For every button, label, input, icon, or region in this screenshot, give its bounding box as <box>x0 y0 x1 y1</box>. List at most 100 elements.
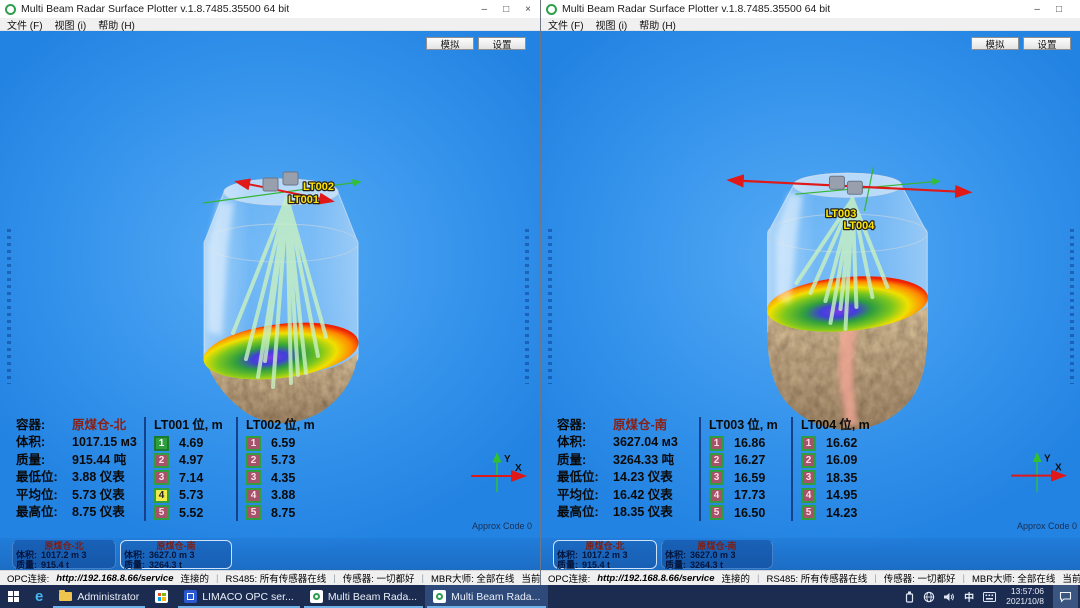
taskbar-administrator[interactable]: Administrator <box>51 585 147 608</box>
menu-help[interactable]: 帮助 (H) <box>639 17 676 32</box>
simulate-button[interactable]: 模拟 <box>971 37 1019 50</box>
clock-date: 2021/10/8 <box>1006 597 1044 607</box>
simulate-button[interactable]: 模拟 <box>426 37 474 50</box>
settings-button[interactable]: 设置 <box>1023 37 1071 50</box>
axis-indicator: Y X <box>471 454 523 492</box>
maximize-button[interactable]: □ <box>503 4 509 15</box>
beam-row: 417.73 <box>709 487 783 504</box>
opc-state: 连接的 <box>180 571 209 585</box>
action-center-button[interactable] <box>1053 585 1078 608</box>
tab-mass-label: 质量: <box>16 561 37 571</box>
min-level-label: 最低位: <box>557 469 613 486</box>
minimize-button[interactable]: – <box>1034 4 1040 15</box>
taskbar-edge[interactable]: e <box>27 585 51 608</box>
beam-distance: 4.35 <box>271 471 295 485</box>
silo-tab-north[interactable]: 原煤仓-北 体积:1017.2 m 3 质量:915.4 t <box>553 540 657 569</box>
taskbar-multibeam-1[interactable]: Multi Beam Rada... <box>302 585 425 608</box>
menu-bar: 文件 (F) 视图 (i) 帮助 (H) <box>0 18 540 31</box>
separator: | <box>963 573 965 584</box>
beam-distance: 17.73 <box>734 488 765 502</box>
beam-distance: 14.23 <box>826 506 857 520</box>
opc-url: http://192.168.8.66/service <box>597 573 714 584</box>
opc-state: 连接的 <box>721 571 750 585</box>
measurement-table: 容器:原煤仓-北 体积:1017.15 м3 质量:915.44 吨 最低位:3… <box>16 417 320 521</box>
beam-distance: 14.95 <box>826 488 857 502</box>
avg-level-value: 16.42 仪表 <box>613 487 691 504</box>
menu-view[interactable]: 视图 (i) <box>55 17 87 32</box>
window-title: Multi Beam Radar Surface Plotter v.1.8.7… <box>562 3 830 15</box>
volume-label: 体积: <box>16 434 72 451</box>
silo-tab-south[interactable]: 原煤仓-南 体积:3627.0 m 3 质量:3264.3 t <box>120 540 232 569</box>
tab-mass-label: 质量: <box>557 561 578 571</box>
min-level-value: 14.23 仪表 <box>613 469 691 486</box>
start-button[interactable] <box>0 585 27 608</box>
volume-label: 体积: <box>557 434 613 451</box>
title-bar[interactable]: Multi Beam Radar Surface Plotter v.1.8.7… <box>541 0 1080 18</box>
separator: | <box>874 573 876 584</box>
settings-button[interactable]: 设置 <box>478 37 526 50</box>
beam-index-badge: 2 <box>801 453 816 468</box>
sensors-status: 传感器: 一切都好 <box>884 571 956 585</box>
beam-distance: 4.97 <box>179 453 203 467</box>
taskbar-clock[interactable]: 13:57:06 2021/10/8 <box>1001 587 1049 606</box>
menu-help[interactable]: 帮助 (H) <box>98 17 135 32</box>
container-label: 容器: <box>16 417 72 434</box>
notification-icon <box>1059 591 1072 603</box>
beam-distance: 16.86 <box>734 436 765 450</box>
axis-indicator: Y X <box>1011 454 1063 492</box>
taskbar-store[interactable] <box>147 585 176 608</box>
silo-tab-north[interactable]: 原煤仓-北 体积:1017.2 m 3 质量:915.4 t <box>12 540 116 569</box>
taskbar-limaco-opc[interactable]: LIMACO OPC ser... <box>176 585 302 608</box>
taskbar-multibeam-2[interactable]: Multi Beam Rada... <box>425 585 548 608</box>
limaco-icon <box>184 590 197 603</box>
viewport-3d[interactable]: 模拟 设置 <box>541 31 1080 570</box>
beam-row: 318.35 <box>801 469 875 486</box>
menu-file[interactable]: 文件 (F) <box>548 17 584 32</box>
avg-level-value: 5.73 仪表 <box>72 487 137 504</box>
sensor-unit: 位, m <box>839 418 870 432</box>
window-title: Multi Beam Radar Surface Plotter v.1.8.7… <box>21 3 289 15</box>
close-button[interactable]: × <box>525 4 531 15</box>
beam-distance: 16.59 <box>734 471 765 485</box>
sensor-label-lt001: LT001 <box>288 194 319 206</box>
beam-distance: 3.88 <box>271 488 295 502</box>
beam-row: 16.59 <box>246 434 320 451</box>
container-label: 容器: <box>557 417 613 434</box>
title-bar[interactable]: Multi Beam Radar Surface Plotter v.1.8.7… <box>0 0 540 18</box>
taskbar-label: LIMACO OPC ser... <box>202 591 294 603</box>
minimize-button[interactable]: – <box>482 4 488 15</box>
taskbar-label: Multi Beam Rada... <box>328 591 417 603</box>
beam-distance: 8.75 <box>271 506 295 520</box>
beam-row: 43.88 <box>246 487 320 504</box>
rs485-status: RS485: 所有传感器在线 <box>225 571 326 585</box>
ime-indicator[interactable]: 中 <box>961 585 977 608</box>
desktop-screen: Multi Beam Radar Surface Plotter v.1.8.7… <box>0 0 1080 608</box>
container-value: 原煤仓-北 <box>72 417 137 434</box>
mbr-status: MBR大师: 全部在线 <box>972 571 1055 585</box>
network-icon[interactable] <box>921 585 937 608</box>
separator: | <box>757 573 759 584</box>
beam-index-badge: 5 <box>709 505 724 520</box>
beam-distance: 18.35 <box>826 471 857 485</box>
silo-tabs-band: 原煤仓-北 体积:1017.2 m 3 质量:915.4 t 原煤仓-南 体积:… <box>0 538 540 570</box>
measurement-table: 容器:原煤仓-南 体积:3627.04 м3 质量:3264.33 吨 最低位:… <box>557 417 875 521</box>
beam-distance: 5.52 <box>179 506 203 520</box>
maximize-button[interactable]: □ <box>1056 4 1062 15</box>
tab-mass-value: 3264.3 t <box>149 561 182 571</box>
sensor-column-lt001: LT001位, m 14.69 24.97 37.14 45.73 55.52 <box>144 417 228 521</box>
app-window-north: Multi Beam Radar Surface Plotter v.1.8.7… <box>0 0 540 585</box>
opc-label: OPC连接: <box>548 571 590 585</box>
container-fields: 容器:原煤仓-南 体积:3627.04 м3 质量:3264.33 吨 最低位:… <box>557 417 691 521</box>
viewport-3d[interactable]: 模拟 设置 <box>0 31 540 570</box>
keyboard-icon[interactable] <box>981 585 997 608</box>
menu-file[interactable]: 文件 (F) <box>7 17 43 32</box>
sensor-label-lt004: LT004 <box>843 220 875 232</box>
menu-view[interactable]: 视图 (i) <box>596 17 628 32</box>
beam-distance: 16.09 <box>826 453 857 467</box>
approx-code-label: Approx Code 0 <box>472 521 532 531</box>
beam-index-badge: 1 <box>246 436 261 451</box>
beam-row: 14.69 <box>154 434 228 451</box>
speaker-icon[interactable] <box>941 585 957 608</box>
silo-tab-south[interactable]: 原煤仓-南 体积:3627.0 m 3 质量:3264.3 t <box>661 540 773 569</box>
usb-device-icon[interactable] <box>901 585 917 608</box>
